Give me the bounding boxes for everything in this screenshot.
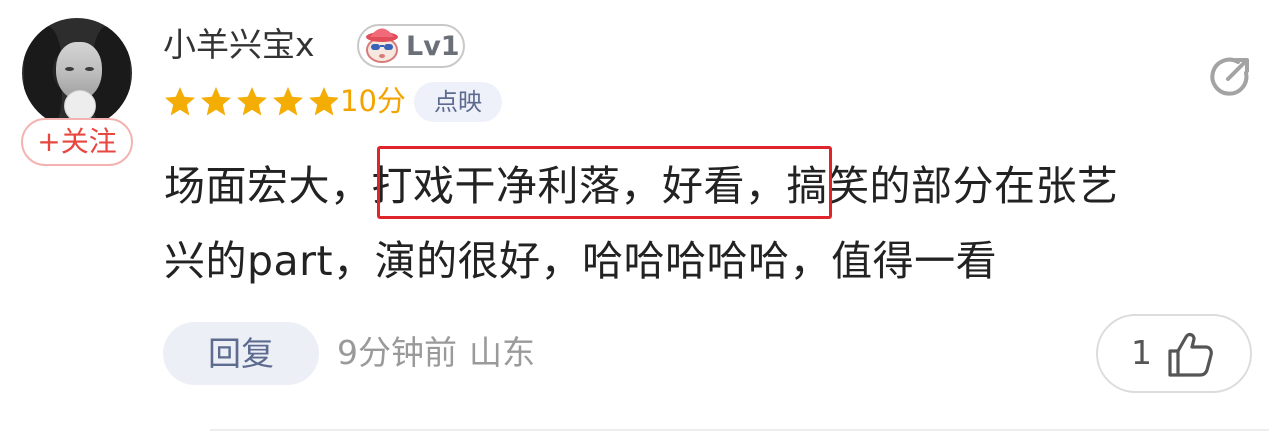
- rating-score: 10分: [340, 84, 406, 118]
- comment-meta: 9分钟前 山东: [337, 329, 535, 377]
- comment-suffix: 搞笑的部分在张艺: [786, 162, 1119, 210]
- like-count: 1: [1131, 333, 1152, 372]
- like-button[interactable]: 1: [1096, 314, 1252, 393]
- rating-stars: [165, 87, 338, 116]
- level-text: Lv1: [406, 31, 460, 62]
- star-icon: [309, 87, 338, 116]
- comment-prefix: 场面宏大，: [164, 162, 372, 210]
- star-icon: [201, 87, 231, 116]
- divider: [210, 429, 1269, 431]
- share-icon[interactable]: [1207, 53, 1253, 99]
- avatar-eye-right: [85, 67, 94, 71]
- comment-highlighted-text: 打戏干净利落，好看，: [371, 162, 787, 210]
- comment-line-1: 场面宏大，打戏干净利落，好看，搞笑的部分在张艺: [164, 149, 1244, 224]
- comment-line-2: 兴的part，演的很好，哈哈哈哈哈，值得一看: [164, 237, 998, 285]
- comment-location: 山东: [469, 333, 535, 372]
- follow-button[interactable]: +关注: [21, 118, 133, 166]
- comment-time: 9分钟前: [337, 333, 457, 372]
- avatar[interactable]: [22, 18, 132, 128]
- star-icon: [237, 87, 267, 116]
- source-tag: 点映: [414, 82, 502, 122]
- avatar-eye-left: [65, 67, 74, 71]
- star-icon: [273, 87, 303, 116]
- comment-text: 场面宏大，打戏干净利落，好看，搞笑的部分在张艺 兴的part，演的很好，哈哈哈哈…: [164, 149, 1244, 299]
- level-avatar-icon: [366, 28, 398, 63]
- thumbs-up-icon: [1168, 332, 1213, 377]
- level-badge: Lv1: [357, 24, 465, 68]
- star-icon: [165, 87, 195, 116]
- username[interactable]: 小羊兴宝x: [163, 22, 315, 68]
- reply-button[interactable]: 回复: [163, 322, 319, 385]
